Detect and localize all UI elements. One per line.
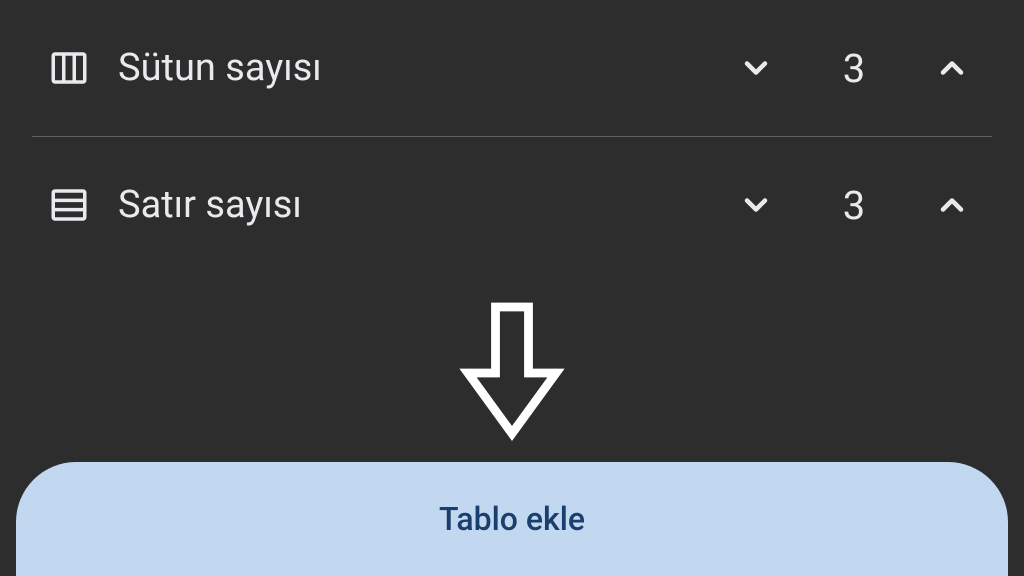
column-count-row: Sütun sayısı 3 <box>0 0 1024 136</box>
column-count-increase-button[interactable] <box>928 44 976 92</box>
add-table-button[interactable]: Tablo ekle <box>16 462 1008 576</box>
column-count-decrease-button[interactable] <box>732 44 780 92</box>
row-count-row: Satır sayısı 3 <box>0 137 1024 273</box>
arrow-down-icon <box>457 293 567 453</box>
row-count-increase-button[interactable] <box>928 181 976 229</box>
rows-icon <box>48 184 90 226</box>
columns-icon <box>48 47 90 89</box>
column-count-value: 3 <box>838 45 870 92</box>
row-count-label: Satır sayısı <box>118 183 704 227</box>
row-count-stepper: 3 <box>732 181 976 229</box>
column-count-stepper: 3 <box>732 44 976 92</box>
row-count-decrease-button[interactable] <box>732 181 780 229</box>
tutorial-arrow-container <box>0 273 1024 462</box>
column-count-label: Sütun sayısı <box>118 46 704 90</box>
row-count-value: 3 <box>838 182 870 229</box>
